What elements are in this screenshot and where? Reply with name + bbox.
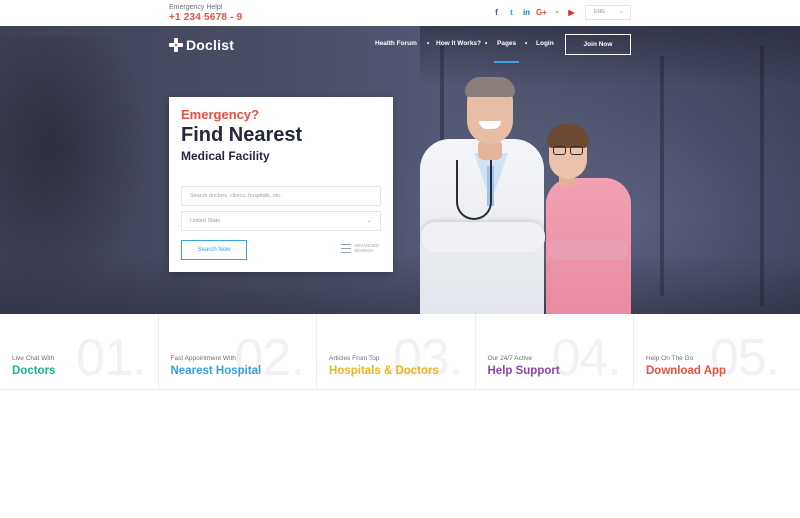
card-eyebrow: Emergency? xyxy=(181,107,260,122)
search-card: Emergency? Find Nearest Medical Facility… xyxy=(169,97,393,272)
location-select[interactable]: United State ⌄ xyxy=(181,211,381,231)
feature-item[interactable]: 01. Live Chat With Doctors xyxy=(0,314,159,390)
nav-active-indicator xyxy=(494,61,519,63)
feature-item[interactable]: 04. Our 24/7 Active Help Support xyxy=(476,314,634,390)
hero-background-floor xyxy=(0,254,800,314)
feature-subtitle: Our 24/7 Active xyxy=(487,355,532,362)
medical-cross-icon xyxy=(169,38,183,52)
feature-number: 04. xyxy=(551,329,622,387)
facebook-icon[interactable]: f xyxy=(489,7,504,19)
google-plus-icon[interactable]: G+ xyxy=(534,7,549,19)
join-now-button[interactable]: Join Now xyxy=(565,34,631,55)
feature-title: Nearest Hospital xyxy=(170,365,262,377)
advanced-search-label-line2: SEARCH xyxy=(354,248,373,253)
feature-subtitle: Fast Appointment With xyxy=(170,355,236,362)
location-value: United State xyxy=(190,218,221,224)
logo[interactable]: Doclist xyxy=(169,37,234,53)
feature-subtitle: Help On The Go xyxy=(646,355,694,362)
card-headline: Find Nearest xyxy=(181,124,303,146)
youtube-icon[interactable]: ▶ xyxy=(564,7,579,19)
feature-item[interactable]: 03. Articles From Top Hospitals & Doctor… xyxy=(317,314,476,390)
card-subheadline: Medical Facility xyxy=(181,149,270,163)
nav-health-forum[interactable]: Health Forum xyxy=(375,40,417,47)
nav-separator: • xyxy=(525,40,528,47)
advanced-search-link[interactable]: ADVANCED SEARCH xyxy=(341,243,384,253)
feature-number: 01. xyxy=(76,329,146,387)
emergency-label: Emergency Help! xyxy=(169,4,223,11)
rss-icon[interactable]: ◔ xyxy=(549,7,564,19)
nav-separator: • xyxy=(427,40,430,47)
social-links: f t in G+ ◔ ▶ xyxy=(489,7,579,19)
top-bar: Emergency Help! +1 234 5678 - 9 f t in G… xyxy=(0,0,800,26)
feature-number: 05. xyxy=(710,329,780,387)
nav-how-it-works[interactable]: How It Works? xyxy=(436,40,481,47)
feature-number: 02. xyxy=(234,329,305,387)
linkedin-icon[interactable]: in xyxy=(519,7,534,19)
language-select[interactable]: ENG ⌄ xyxy=(585,5,631,20)
feature-title: Doctors xyxy=(12,365,56,377)
feature-subtitle: Articles From Top xyxy=(329,355,380,362)
language-value: ENG xyxy=(594,9,605,15)
features-row: 01. Live Chat With Doctors 02. Fast Appo… xyxy=(0,314,800,390)
hero-section: Doclist Health Forum • How It Works? • P… xyxy=(0,26,800,314)
nav-pages[interactable]: Pages xyxy=(497,40,516,47)
feature-item[interactable]: 02. Fast Appointment With Nearest Hospit… xyxy=(159,314,317,390)
nav-login[interactable]: Login xyxy=(536,40,554,47)
twitter-icon[interactable]: t xyxy=(504,7,519,19)
feature-title: Download App xyxy=(646,365,727,377)
feature-item[interactable]: 05. Help On The Go Download App xyxy=(634,314,793,390)
chevron-down-icon: ⌄ xyxy=(618,9,624,15)
sliders-icon xyxy=(341,243,351,253)
nav-separator: • xyxy=(485,40,488,47)
feature-title: Hospitals & Doctors xyxy=(329,365,439,377)
feature-title: Help Support xyxy=(487,365,560,377)
search-input-placeholder: Search doctors, clinics, hospitals, etc. xyxy=(190,193,282,199)
advanced-search-label: ADVANCED SEARCH xyxy=(354,243,384,253)
emergency-phone[interactable]: +1 234 5678 - 9 xyxy=(169,12,242,23)
feature-subtitle: Live Chat With xyxy=(12,355,55,362)
chevron-down-icon: ⌄ xyxy=(366,218,372,224)
feature-number: 03. xyxy=(393,329,463,387)
search-now-button[interactable]: Search Now xyxy=(181,240,247,260)
logo-text: Doclist xyxy=(186,37,235,53)
search-input[interactable]: Search doctors, clinics, hospitals, etc. xyxy=(181,186,381,206)
